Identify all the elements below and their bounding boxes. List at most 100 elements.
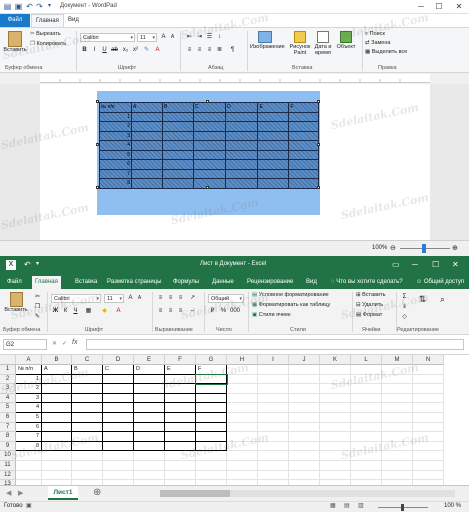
- format-as-table-button[interactable]: ▦ Форматировать как таблицу: [252, 302, 330, 308]
- table-cell[interactable]: 1: [99, 111, 132, 122]
- cell[interactable]: [320, 393, 351, 404]
- cell[interactable]: [258, 393, 289, 404]
- cell[interactable]: [196, 470, 227, 481]
- table-cell[interactable]: [288, 168, 319, 179]
- table-cell[interactable]: 6: [99, 159, 132, 170]
- underline-button[interactable]: Ч: [71, 307, 80, 316]
- font-color-icon[interactable]: A: [153, 46, 162, 55]
- insert-picture-button[interactable]: Изображение: [250, 31, 285, 50]
- cell[interactable]: [320, 461, 351, 471]
- tab-home[interactable]: Главная: [31, 14, 64, 27]
- cell[interactable]: [227, 374, 258, 385]
- cell[interactable]: [351, 374, 382, 385]
- add-sheet-icon[interactable]: ⊕: [93, 487, 101, 498]
- cell[interactable]: [103, 470, 134, 481]
- zoom-in-icon[interactable]: ⊕: [452, 244, 458, 252]
- table-cell[interactable]: [288, 159, 319, 170]
- align-center-icon[interactable]: ≡: [166, 307, 175, 316]
- cell[interactable]: [42, 451, 72, 461]
- increase-indent-icon[interactable]: ⇥: [195, 33, 204, 42]
- cell[interactable]: [196, 432, 227, 442]
- table-cell[interactable]: [257, 149, 290, 160]
- cell[interactable]: [134, 413, 165, 423]
- table-cell[interactable]: [225, 159, 259, 170]
- column-header[interactable]: I: [258, 355, 289, 365]
- table-cell[interactable]: [257, 159, 290, 170]
- resize-handle[interactable]: [96, 100, 99, 103]
- cell[interactable]: [382, 422, 413, 433]
- cell[interactable]: [320, 413, 351, 423]
- table-cell[interactable]: [257, 168, 290, 179]
- cell[interactable]: [258, 451, 289, 461]
- cell[interactable]: [134, 461, 165, 471]
- scroll-prev-sheet-icon[interactable]: ◀: [6, 489, 11, 497]
- table-cell[interactable]: [225, 168, 259, 179]
- highlight-icon[interactable]: ✎: [142, 46, 151, 55]
- table-cell[interactable]: [131, 159, 163, 170]
- table-cell[interactable]: [192, 178, 227, 189]
- ribbon-display-icon[interactable]: ▭: [392, 260, 400, 269]
- cell[interactable]: [42, 470, 72, 481]
- resize-handle[interactable]: [317, 143, 320, 146]
- cell[interactable]: [351, 403, 382, 413]
- table-cell[interactable]: [288, 149, 319, 160]
- table-cell[interactable]: [192, 140, 227, 151]
- cell[interactable]: [196, 451, 227, 461]
- cell[interactable]: [258, 413, 289, 423]
- cell[interactable]: [72, 384, 103, 394]
- row-header[interactable]: 12: [0, 470, 16, 481]
- table-cell[interactable]: E: [257, 102, 290, 113]
- bold-button[interactable]: B: [80, 46, 89, 55]
- delete-cells-button[interactable]: ⊟ Удалить: [356, 302, 383, 308]
- table-cell[interactable]: [131, 168, 163, 179]
- undo-icon[interactable]: ↶: [25, 2, 34, 11]
- cell[interactable]: [42, 422, 72, 433]
- insert-paint-button[interactable]: Рисунок Paint: [288, 31, 312, 56]
- cell[interactable]: [196, 384, 227, 394]
- column-header[interactable]: E: [134, 355, 165, 365]
- cell[interactable]: [413, 470, 444, 481]
- tab-data[interactable]: Данные: [209, 276, 237, 289]
- font-color-icon[interactable]: A: [114, 307, 123, 316]
- cell[interactable]: [351, 470, 382, 481]
- table-cell[interactable]: [225, 111, 259, 122]
- table-cell[interactable]: [161, 168, 194, 179]
- cell[interactable]: [16, 470, 42, 481]
- column-header[interactable]: K: [320, 355, 351, 365]
- table-cell[interactable]: [257, 140, 290, 151]
- table-cell[interactable]: D: [225, 102, 259, 113]
- cell[interactable]: [258, 441, 289, 452]
- cell[interactable]: [42, 413, 72, 423]
- cell[interactable]: [165, 441, 196, 452]
- cell[interactable]: [382, 374, 413, 385]
- cell[interactable]: [227, 384, 258, 394]
- table-cell[interactable]: [225, 121, 259, 132]
- cell[interactable]: [289, 422, 320, 433]
- ruler[interactable]: [40, 74, 430, 83]
- fill-icon[interactable]: ⇓: [400, 303, 409, 312]
- table-cell[interactable]: 3: [99, 130, 132, 141]
- format-cells-button[interactable]: ▤ Формат: [356, 312, 382, 318]
- clear-icon[interactable]: ◇: [400, 313, 409, 322]
- cell[interactable]: [72, 461, 103, 471]
- shrink-font-icon[interactable]: A: [135, 294, 144, 303]
- cell[interactable]: [413, 403, 444, 413]
- cell[interactable]: [165, 403, 196, 413]
- cell[interactable]: C: [103, 365, 134, 375]
- table-cell[interactable]: B: [161, 102, 194, 113]
- row-header[interactable]: 5: [0, 403, 16, 413]
- table-cell[interactable]: [161, 140, 194, 151]
- column-header[interactable]: L: [351, 355, 382, 365]
- cell[interactable]: [227, 422, 258, 433]
- table-cell[interactable]: [288, 121, 319, 132]
- cell[interactable]: [165, 461, 196, 471]
- insert-cells-button[interactable]: ⊞ Вставить: [356, 292, 385, 298]
- cell[interactable]: [413, 451, 444, 461]
- row-header[interactable]: 2: [0, 374, 16, 385]
- cell[interactable]: A: [42, 365, 72, 375]
- undo-icon[interactable]: ↶: [24, 260, 31, 269]
- cell[interactable]: [320, 403, 351, 413]
- cut-button[interactable]: ✂ Вырезать: [30, 31, 61, 37]
- sheet-tab-1[interactable]: Лист1: [48, 486, 78, 500]
- enter-icon[interactable]: ✓: [62, 340, 67, 347]
